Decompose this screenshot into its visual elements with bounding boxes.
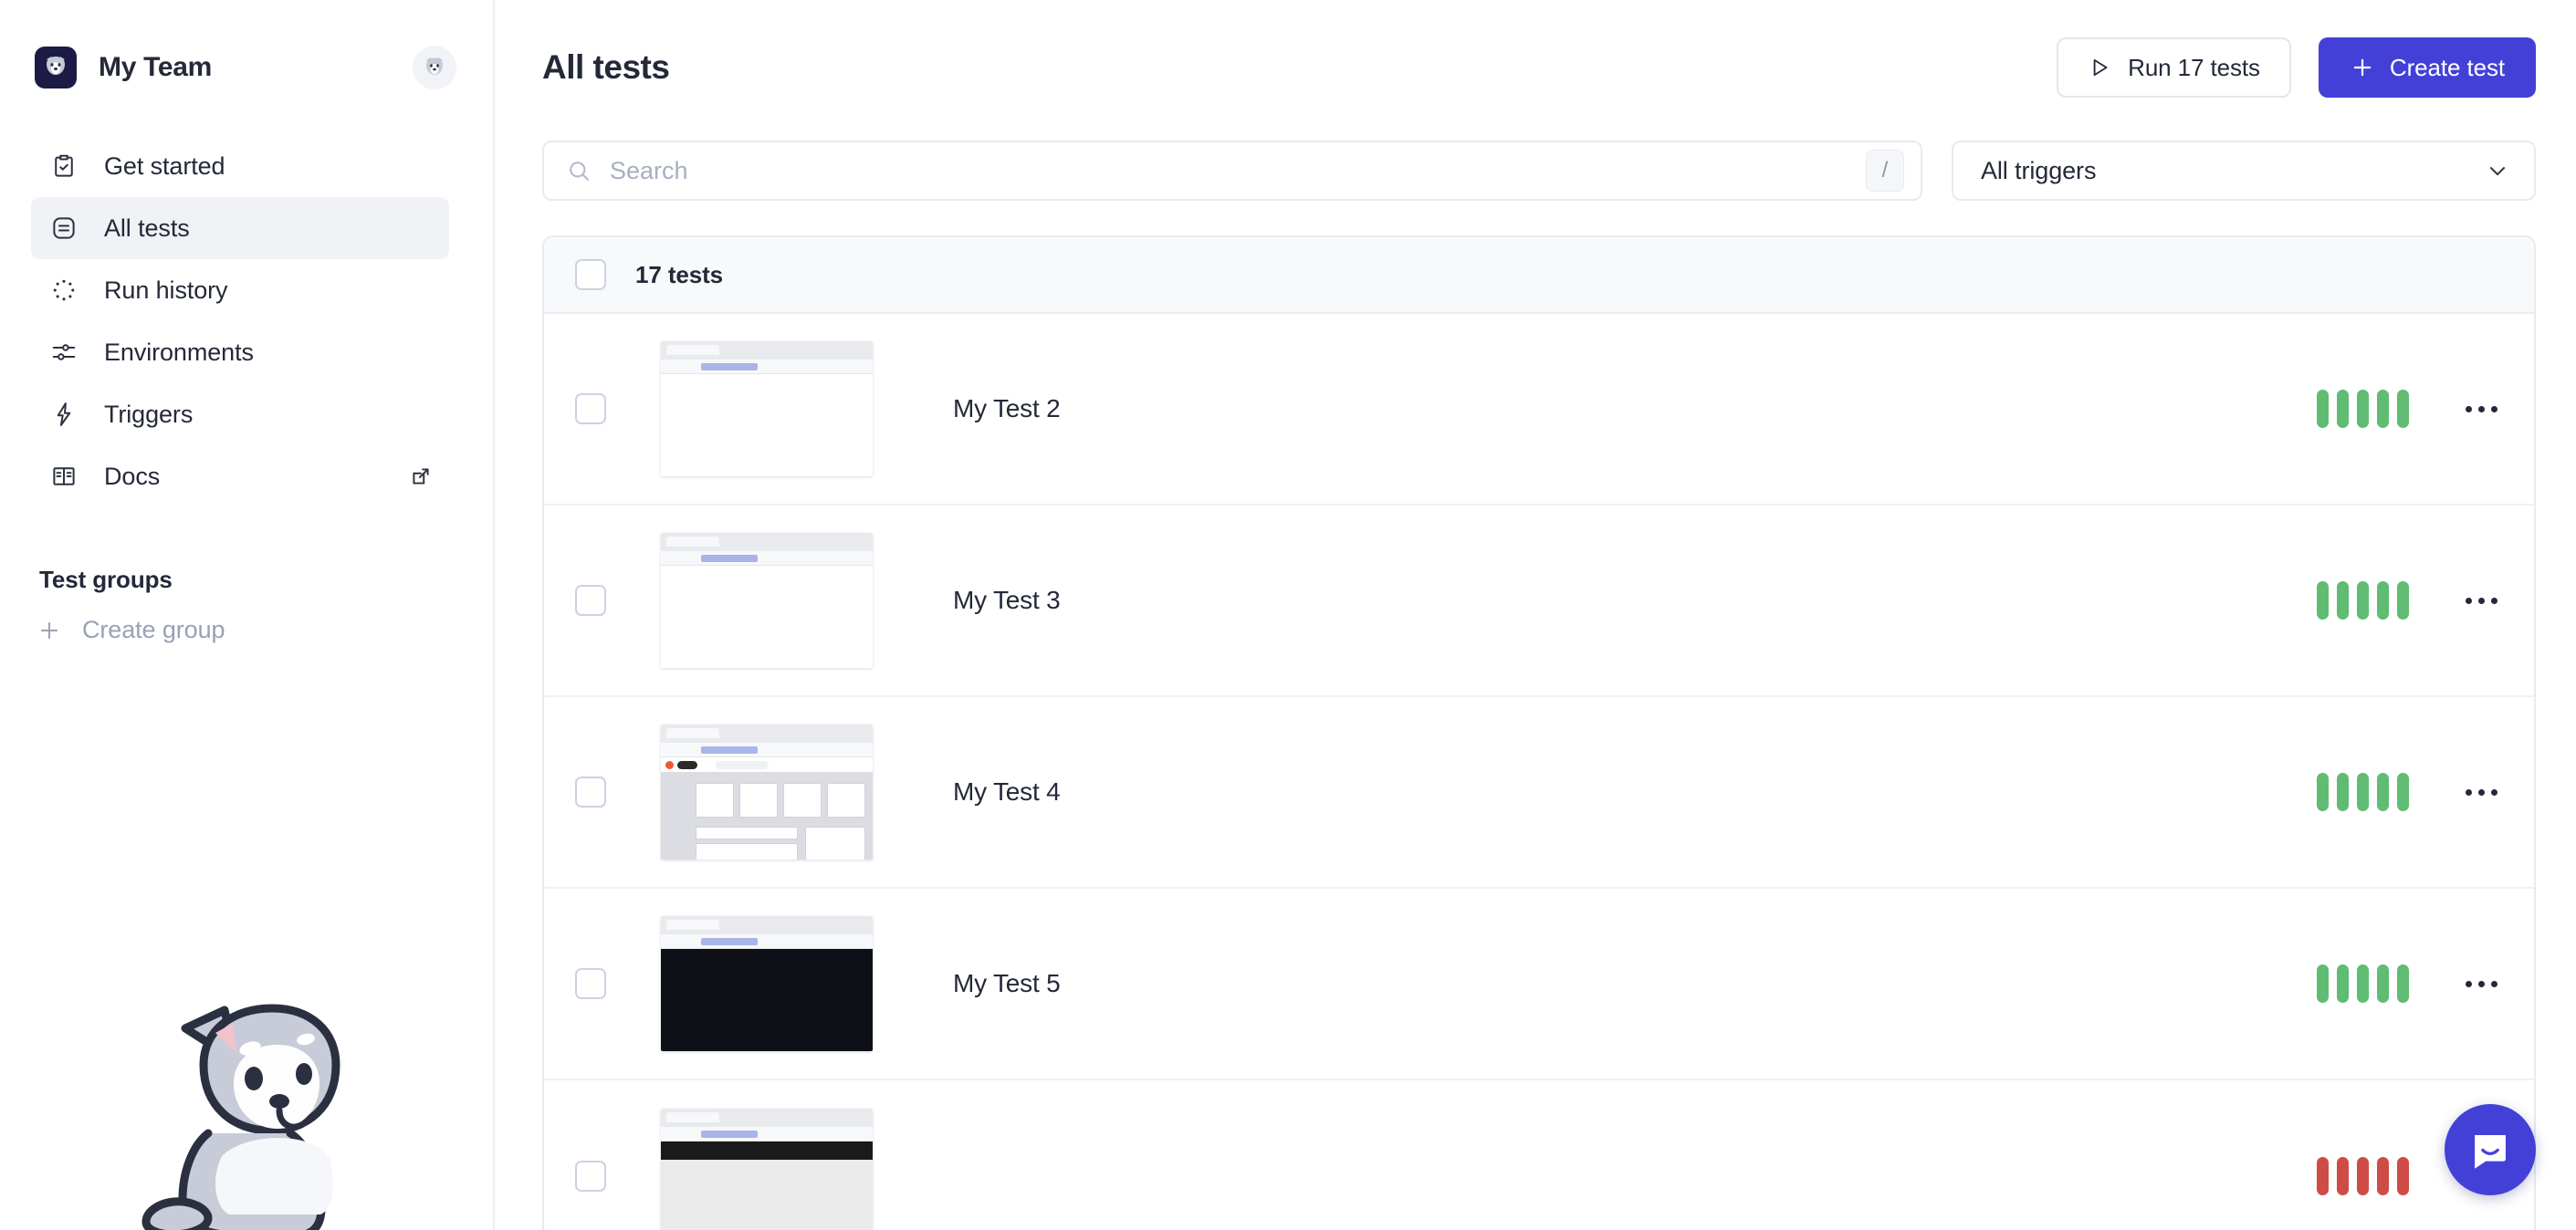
table-row[interactable]	[544, 1080, 2534, 1230]
chevron-down-icon	[2485, 158, 2510, 183]
table-row[interactable]: My Test 4	[544, 697, 2534, 889]
lightning-bolt-icon	[47, 398, 80, 431]
test-thumbnail	[661, 724, 873, 860]
sidebar: My Team Get	[0, 0, 495, 1230]
husky-mascot-illustration	[117, 974, 363, 1230]
search-input[interactable]	[610, 157, 1866, 185]
run-status-bars	[2317, 390, 2409, 428]
tests-table: 17 tests My Test 2	[542, 235, 2536, 1230]
row-right	[2317, 390, 2534, 428]
intercom-chat-icon[interactable]	[2445, 1104, 2536, 1195]
team-name: My Team	[99, 52, 212, 83]
search-icon	[566, 158, 592, 183]
create-test-label: Create test	[2390, 54, 2505, 82]
search-shortcut-key: /	[1866, 150, 1904, 192]
create-group-label: Create group	[82, 616, 225, 644]
sidebar-item-label: Environments	[104, 339, 254, 367]
book-icon	[47, 460, 80, 493]
team-header[interactable]: My Team	[0, 0, 493, 135]
row-menu-button[interactable]	[2466, 598, 2497, 604]
run-status-bars	[2317, 581, 2409, 620]
sidebar-item-docs[interactable]: Docs	[31, 445, 449, 507]
play-icon	[2088, 56, 2111, 79]
search-box[interactable]: /	[542, 141, 1922, 201]
external-link-icon	[409, 464, 433, 488]
run-status-bars	[2317, 773, 2409, 811]
row-right	[2317, 964, 2534, 1003]
row-right	[2317, 773, 2534, 811]
run-tests-button[interactable]: Run 17 tests	[2057, 37, 2291, 98]
test-name: My Test 4	[953, 777, 1061, 807]
test-thumbnail	[661, 533, 873, 668]
row-checkbox[interactable]	[575, 1161, 606, 1192]
plus-icon	[37, 618, 62, 643]
header-actions: Run 17 tests Create test	[2057, 37, 2536, 98]
table-row[interactable]: My Test 3	[544, 506, 2534, 697]
row-menu-button[interactable]	[2466, 981, 2497, 987]
sidebar-item-label: Get started	[104, 152, 225, 181]
run-status-bars	[2317, 1157, 2409, 1195]
test-thumbnail	[661, 1109, 873, 1230]
plus-icon	[2350, 55, 2375, 80]
husky-avatar-icon[interactable]	[413, 46, 456, 89]
table-row[interactable]: My Test 5	[544, 889, 2534, 1080]
husky-logo-icon	[35, 47, 77, 89]
row-right	[2317, 581, 2534, 620]
create-group-button[interactable]: Create group	[37, 616, 493, 644]
test-groups-heading: Test groups	[39, 566, 493, 594]
page-title: All tests	[542, 48, 669, 87]
tests-list-icon	[47, 212, 80, 245]
row-checkbox[interactable]	[575, 968, 606, 999]
run-status-bars	[2317, 964, 2409, 1003]
row-checkbox[interactable]	[575, 393, 606, 424]
select-all-checkbox[interactable]	[575, 259, 606, 290]
trigger-filter-select[interactable]: All triggers	[1952, 141, 2536, 201]
row-menu-button[interactable]	[2466, 406, 2497, 412]
sidebar-item-label: Triggers	[104, 401, 193, 429]
sidebar-item-triggers[interactable]: Triggers	[31, 383, 449, 445]
table-row[interactable]: My Test 2	[544, 314, 2534, 506]
app-root: My Team Get	[0, 0, 2576, 1230]
tests-count-label: 17 tests	[635, 261, 723, 289]
test-name: My Test 3	[953, 586, 1061, 615]
sidebar-nav: Get started All tests	[0, 135, 493, 507]
create-test-button[interactable]: Create test	[2319, 37, 2536, 98]
dotted-circle-icon	[47, 274, 80, 307]
run-tests-label: Run 17 tests	[2128, 54, 2260, 82]
main-header: All tests Run 17 tests	[495, 0, 2576, 135]
main-content: All tests Run 17 tests	[495, 0, 2576, 1230]
trigger-filter-value: All triggers	[1981, 157, 2096, 185]
sidebar-item-label: Run history	[104, 276, 227, 305]
row-menu-button[interactable]	[2466, 789, 2497, 796]
sidebar-item-environments[interactable]: Environments	[31, 321, 449, 383]
test-name: My Test 2	[953, 394, 1061, 423]
sidebar-item-get-started[interactable]: Get started	[31, 135, 449, 197]
filter-bar: / All triggers	[495, 141, 2576, 201]
clipboard-check-icon	[47, 150, 80, 182]
test-thumbnail	[661, 916, 873, 1051]
row-checkbox[interactable]	[575, 585, 606, 616]
sidebar-item-label: All tests	[104, 214, 190, 243]
tests-table-header: 17 tests	[544, 237, 2534, 314]
test-name: My Test 5	[953, 969, 1061, 998]
sidebar-item-label: Docs	[104, 463, 160, 491]
sidebar-item-all-tests[interactable]: All tests	[31, 197, 449, 259]
sliders-icon	[47, 336, 80, 369]
sidebar-item-run-history[interactable]: Run history	[31, 259, 449, 321]
row-checkbox[interactable]	[575, 777, 606, 808]
test-thumbnail	[661, 341, 873, 476]
